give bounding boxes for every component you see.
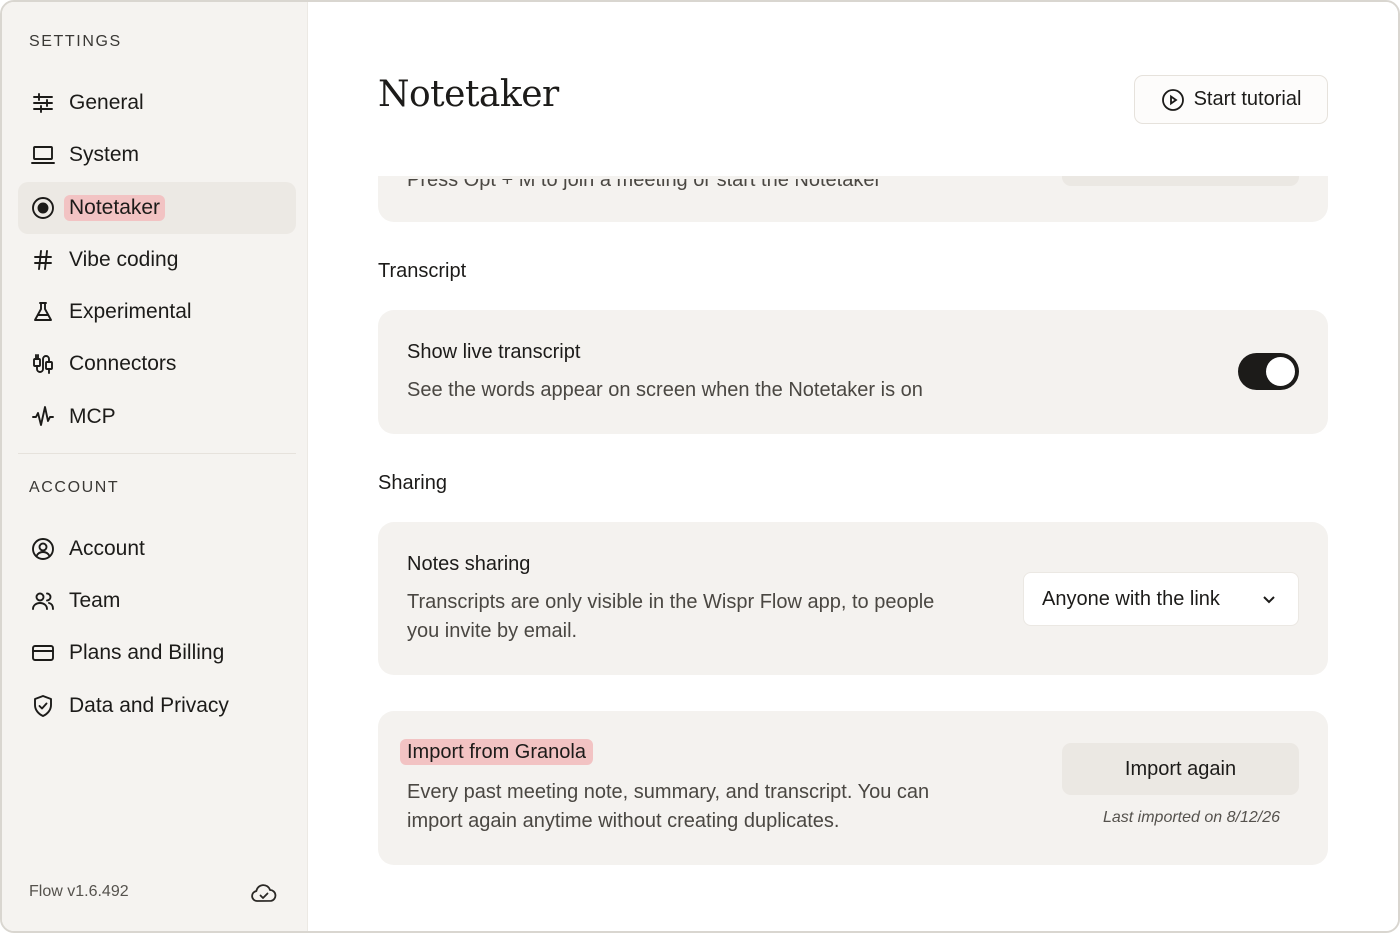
live-transcript-title: Show live transcript — [407, 341, 581, 363]
settings-section-label: SETTINGS — [29, 33, 122, 50]
import-again-label: Import again — [1124, 757, 1237, 780]
live-transcript-card: Show live transcript See the words appea… — [378, 310, 1328, 434]
notes-sharing-description-line1: Transcripts are only visible in the Wisp… — [407, 591, 935, 613]
toggle-knob — [1266, 357, 1295, 386]
import-again-button[interactable]: Import again — [1062, 743, 1299, 795]
last-imported-text: Last imported on 8/12/26 — [1102, 809, 1280, 826]
plug-icon — [30, 351, 56, 377]
granola-title-text: Import from Granola — [400, 739, 593, 765]
start-tutorial-label: Start tutorial — [1193, 88, 1302, 110]
notes-sharing-description-line2: you invite by email. — [407, 620, 578, 642]
sidebar-item-label: MCP — [69, 405, 116, 428]
account-section-label: ACCOUNT — [29, 479, 120, 496]
start-tutorial-button[interactable]: Start tutorial — [1134, 75, 1328, 124]
notes-sharing-title: Notes sharing — [407, 553, 531, 575]
cloud-check-icon — [251, 884, 277, 902]
sidebar-item-label: Plans and Billing — [69, 641, 225, 664]
sidebar-item-notetaker[interactable]: Notetaker — [18, 182, 296, 234]
main-panel: Notetaker Start tutorial Press Opt + M t… — [309, 2, 1398, 931]
sidebar-item-mcp[interactable]: MCP — [18, 391, 296, 443]
chevron-down-icon — [1263, 596, 1275, 604]
sidebar-item-data-privacy[interactable]: Data and Privacy — [18, 680, 296, 732]
sidebar-item-label: Connectors — [69, 352, 177, 375]
sidebar-item-label: Team — [69, 589, 121, 612]
app-version: Flow v1.6.492 — [29, 883, 129, 900]
sidebar-item-label: Vibe coding — [69, 248, 179, 271]
user-circle-icon — [30, 536, 56, 562]
users-icon — [30, 588, 56, 614]
sidebar-divider — [18, 453, 296, 454]
granola-title: Import from Granola — [400, 739, 593, 765]
sidebar-item-team[interactable]: Team — [18, 575, 296, 627]
sidebar-item-label: System — [69, 143, 140, 166]
sidebar-item-label: Data and Privacy — [69, 694, 229, 717]
granola-description-line1: Every past meeting note, summary, and tr… — [407, 781, 930, 803]
sidebar-item-label: Notetaker — [64, 195, 166, 221]
sidebar-item-label: Account — [69, 537, 145, 560]
sidebar-item-label: Experimental — [69, 300, 192, 323]
sidebar-item-system[interactable]: System — [18, 129, 296, 181]
notes-sharing-select[interactable]: Anyone with the link — [1023, 572, 1299, 626]
granola-description-line2: import again anytime without creating du… — [407, 810, 840, 832]
live-transcript-toggle[interactable] — [1238, 353, 1299, 390]
shortcut-key-button[interactable] — [1062, 176, 1299, 186]
sidebar-item-label: General — [69, 91, 144, 114]
sharing-group-label: Sharing — [378, 472, 447, 494]
granola-import-card: Import from Granola Every past meeting n… — [378, 711, 1328, 865]
hash-icon — [30, 247, 56, 273]
play-circle-icon — [1161, 88, 1184, 111]
sidebar-item-connectors[interactable]: Connectors — [18, 338, 296, 390]
settings-scroll-area[interactable]: Press Opt + M to join a meeting or start… — [309, 176, 1398, 931]
shortcut-description: Press Opt + M to join a meeting or start… — [407, 176, 882, 191]
waveform-icon — [30, 404, 56, 430]
sidebar-item-plans-billing[interactable]: Plans and Billing — [18, 627, 296, 679]
laptop-icon — [30, 142, 56, 168]
record-icon — [30, 195, 56, 221]
cloud-sync-button[interactable] — [248, 880, 280, 908]
live-transcript-description: See the words appear on screen when the … — [407, 379, 923, 401]
notes-sharing-selected: Anyone with the link — [1042, 587, 1220, 610]
sidebar-item-account[interactable]: Account — [18, 523, 296, 575]
page-title: Notetaker — [378, 74, 559, 115]
shield-check-icon — [30, 693, 56, 719]
shortcut-card: Press Opt + M to join a meeting or start… — [378, 176, 1328, 222]
sidebar-item-vibe-coding[interactable]: Vibe coding — [18, 234, 296, 286]
flask-icon — [30, 299, 56, 325]
sidebar: SETTINGS General System Notetaker Vibe c… — [2, 2, 308, 931]
notes-sharing-card: Notes sharing Transcripts are only visib… — [378, 522, 1328, 675]
credit-card-icon — [30, 640, 56, 666]
sliders-icon — [30, 90, 56, 116]
sidebar-item-general[interactable]: General — [18, 77, 296, 129]
settings-window: SETTINGS General System Notetaker Vibe c… — [0, 0, 1400, 933]
sidebar-item-experimental[interactable]: Experimental — [18, 286, 296, 338]
transcript-group-label: Transcript — [378, 260, 467, 282]
